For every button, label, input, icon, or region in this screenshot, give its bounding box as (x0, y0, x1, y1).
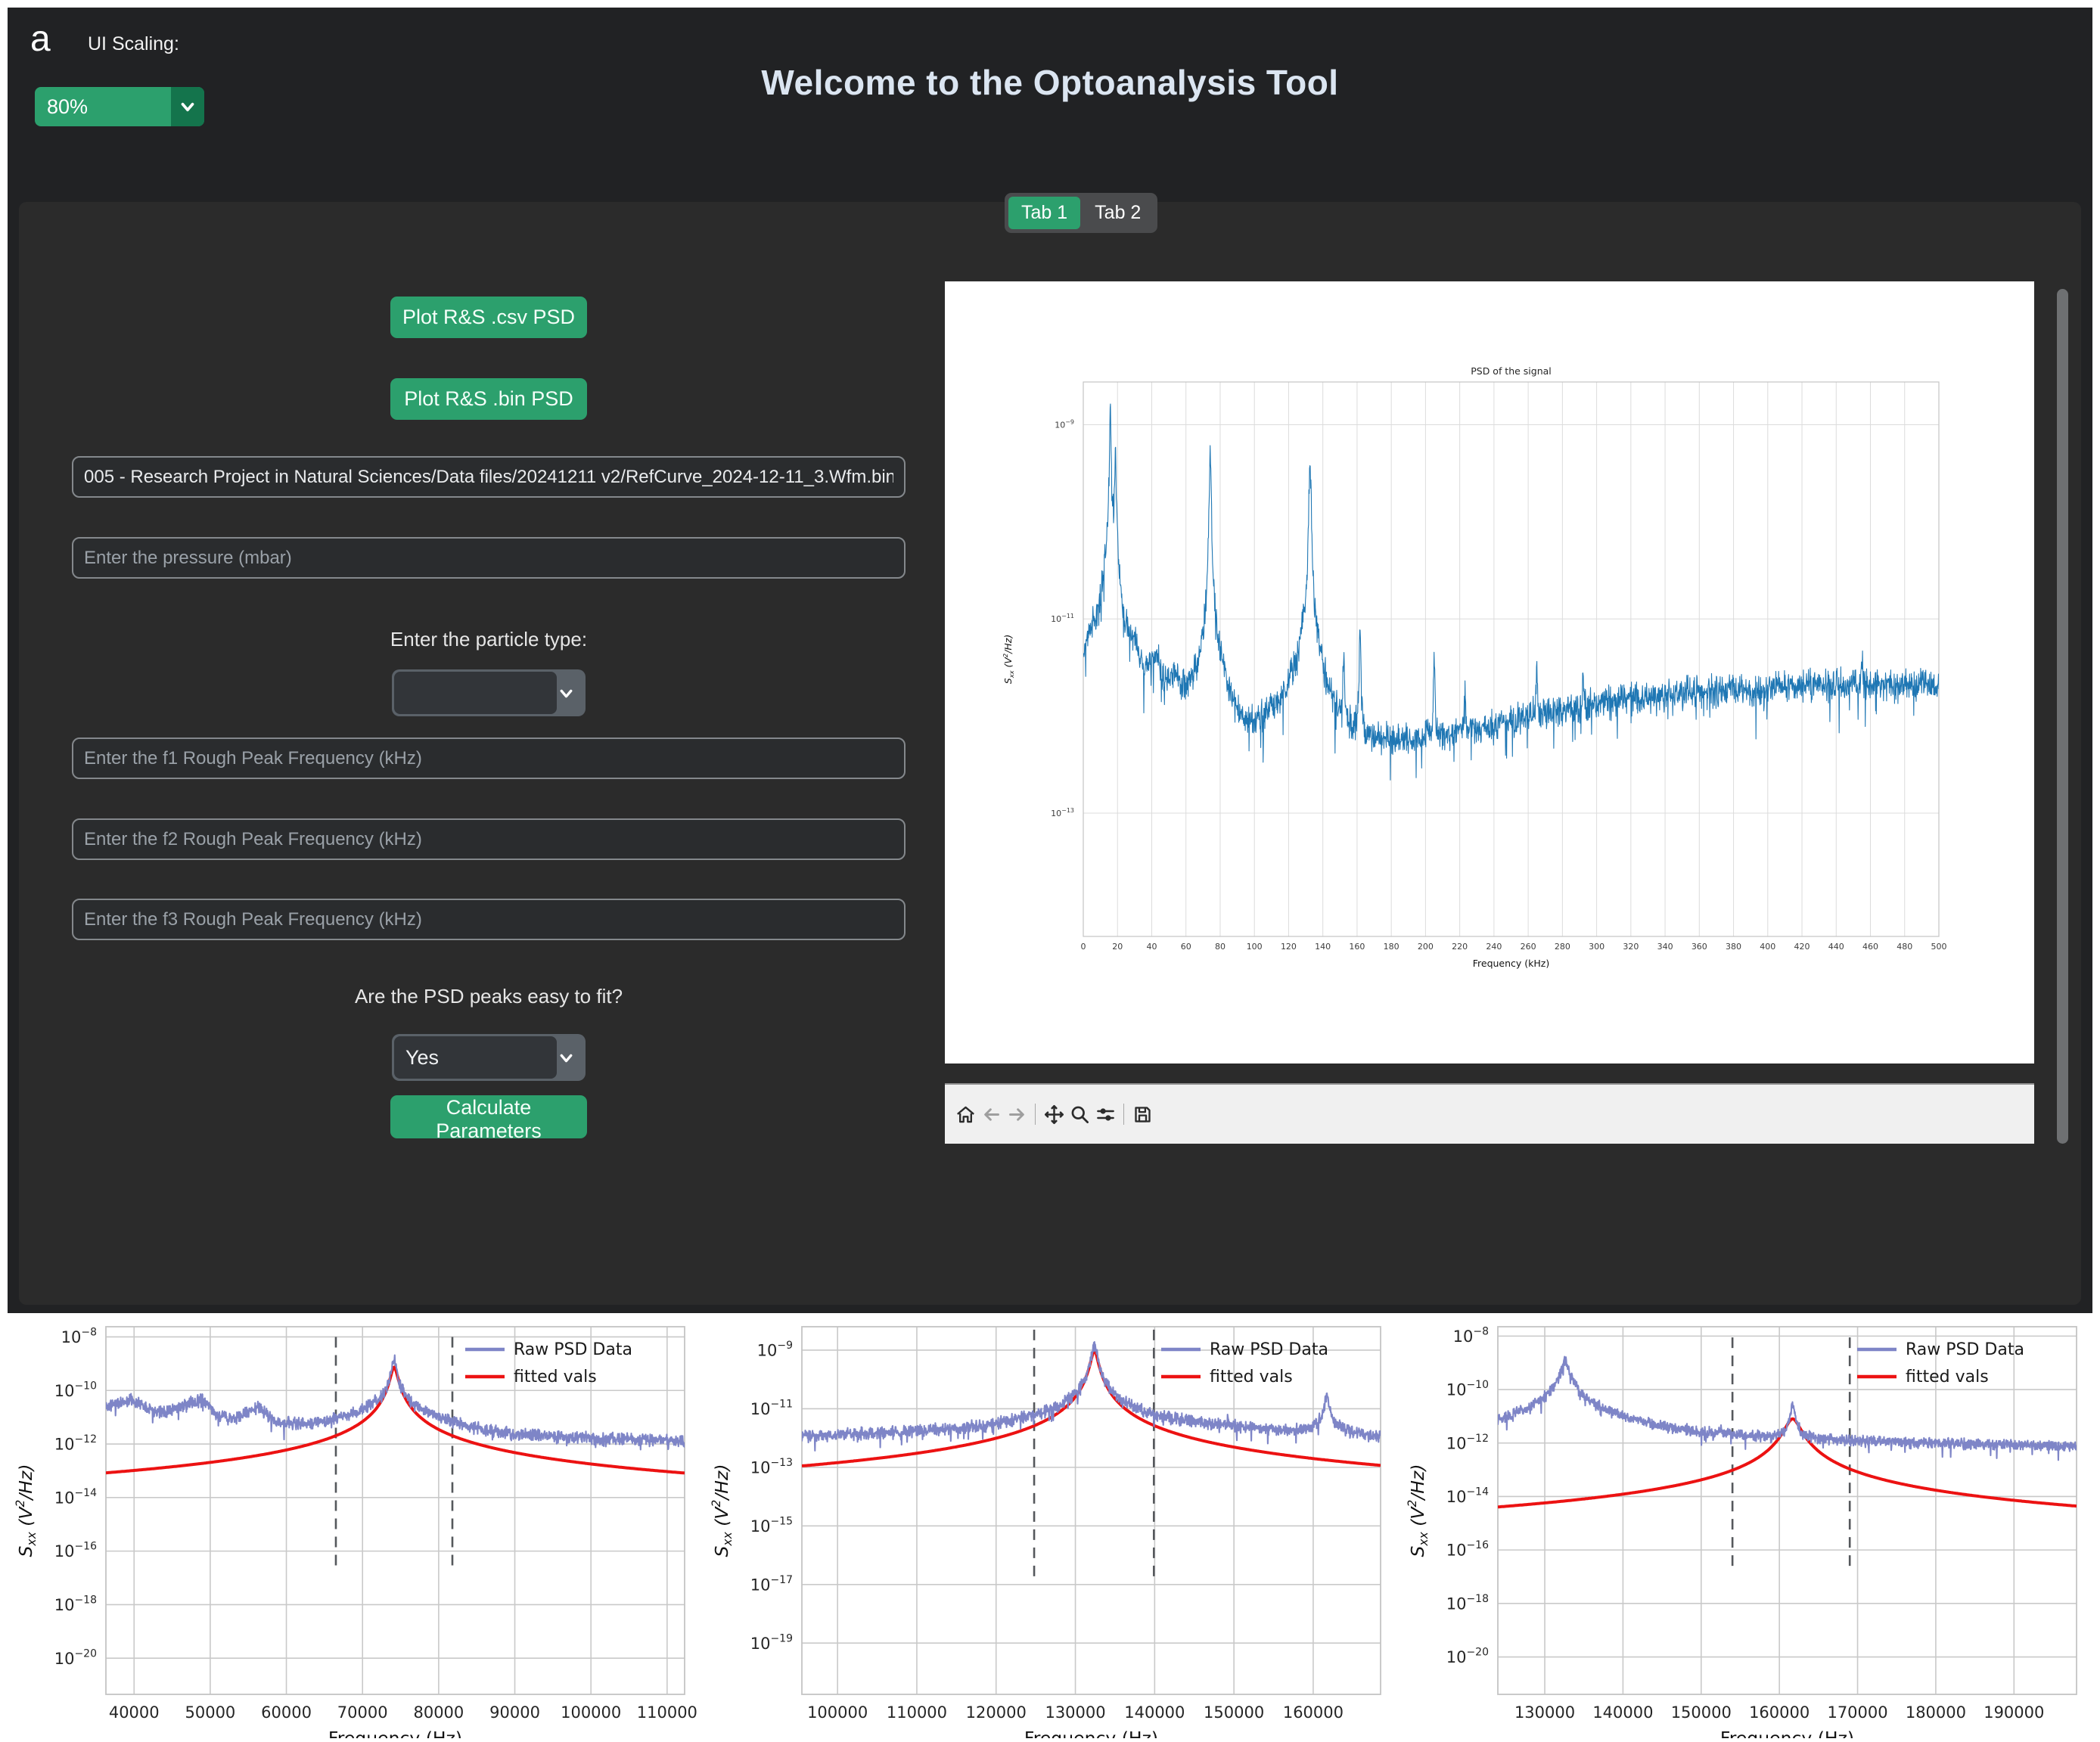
svg-text:440: 440 (1828, 942, 1844, 952)
svg-text:300: 300 (1589, 942, 1605, 952)
tab-1[interactable]: Tab 1 (1008, 197, 1080, 229)
svg-text:150000: 150000 (1204, 1703, 1264, 1722)
svg-text:120: 120 (1281, 942, 1297, 952)
svg-text:60000: 60000 (261, 1703, 312, 1722)
svg-text:100: 100 (1247, 942, 1263, 952)
plot-csv-psd-button[interactable]: Plot R&S .csv PSD (390, 297, 587, 338)
particle-type-label: Enter the particle type: (72, 628, 906, 651)
svg-text:150000: 150000 (1671, 1703, 1732, 1722)
svg-text:130000: 130000 (1514, 1703, 1575, 1722)
svg-text:190000: 190000 (1984, 1703, 2044, 1722)
svg-text:Frequency (Hz): Frequency (Hz) (328, 1728, 462, 1738)
svg-text:260: 260 (1521, 942, 1536, 952)
particle-type-select[interactable] (392, 669, 586, 716)
svg-text:Frequency (Hz): Frequency (Hz) (1720, 1728, 1854, 1738)
svg-text:fitted vals: fitted vals (1906, 1368, 1989, 1386)
tab-2[interactable]: Tab 2 (1082, 197, 1154, 229)
chevron-down-icon (546, 1034, 586, 1081)
ui-scaling-label: UI Scaling: (88, 33, 179, 55)
svg-text:240: 240 (1486, 942, 1502, 952)
svg-text:500: 500 (1931, 942, 1947, 952)
main-psd-plot-panel: 0 20 40 60 80 100 120 140 160 180 200 220 240 260 280 3… (945, 281, 2034, 1064)
svg-text:140: 140 (1315, 942, 1331, 952)
file-path-input[interactable] (72, 456, 906, 498)
svg-text:460: 460 (1862, 942, 1878, 952)
tab-bar: Tab 1 Tab 2 (1005, 193, 1157, 233)
svg-text:Frequency (kHz): Frequency (kHz) (1473, 958, 1550, 969)
peaks-easy-value: Yes (394, 1036, 557, 1079)
svg-text:60: 60 (1181, 942, 1191, 952)
svg-text:160000: 160000 (1749, 1703, 1810, 1722)
back-icon[interactable] (978, 1101, 1004, 1127)
svg-text:380: 380 (1726, 942, 1741, 952)
svg-text:200: 200 (1418, 942, 1434, 952)
svg-text:100000: 100000 (561, 1703, 621, 1722)
zoom-icon[interactable] (1067, 1101, 1092, 1127)
svg-text:40: 40 (1146, 942, 1157, 952)
svg-text:220: 220 (1452, 942, 1468, 952)
svg-text:160: 160 (1349, 942, 1365, 952)
svg-text:Frequency (Hz): Frequency (Hz) (1024, 1728, 1158, 1738)
svg-text:80000: 80000 (413, 1703, 464, 1722)
svg-text:140000: 140000 (1592, 1703, 1653, 1722)
svg-text:130000: 130000 (1045, 1703, 1105, 1722)
psd-fit-chart-c: 100000 110000 120000 130000 140000 150000 1600… (704, 1318, 1403, 1738)
svg-text:280: 280 (1555, 942, 1570, 952)
svg-text:400: 400 (1760, 942, 1775, 952)
calculate-parameters-button[interactable]: Calculate Parameters (390, 1095, 587, 1138)
svg-text:PSD of the signal: PSD of the signal (1471, 365, 1552, 377)
configure-subplots-icon[interactable] (1092, 1101, 1118, 1127)
svg-text:80: 80 (1215, 942, 1226, 952)
svg-text:120000: 120000 (966, 1703, 1027, 1722)
svg-text:320: 320 (1623, 942, 1639, 952)
f3-frequency-input[interactable] (72, 899, 906, 940)
svg-text:90000: 90000 (489, 1703, 540, 1722)
page-title: Welcome to the Optoanalysis Tool (8, 62, 2092, 103)
svg-text:170000: 170000 (1827, 1703, 1887, 1722)
f1-frequency-input[interactable] (72, 737, 906, 779)
pan-icon[interactable] (1041, 1101, 1067, 1127)
optoanalysis-app-window: a UI Scaling: 80% Welcome to the Optoana… (8, 8, 2092, 1313)
svg-text:480: 480 (1897, 942, 1912, 952)
svg-text:180: 180 (1384, 942, 1399, 952)
figure-panel-label-a: a (30, 18, 51, 60)
svg-text:fitted vals: fitted vals (514, 1368, 597, 1386)
svg-text:Raw PSD Data: Raw PSD Data (514, 1340, 632, 1359)
particle-type-value (394, 672, 557, 714)
plot-bin-psd-button[interactable]: Plot R&S .bin PSD (390, 378, 587, 420)
svg-text:340: 340 (1657, 942, 1673, 952)
svg-text:360: 360 (1691, 942, 1707, 952)
svg-text:110000: 110000 (637, 1703, 697, 1722)
toolbar-separator (1123, 1104, 1124, 1125)
svg-text:420: 420 (1794, 942, 1810, 952)
psd-of-signal-chart: 0 20 40 60 80 100 120 140 160 180 200 220 240 260 280 3… (945, 281, 2034, 1064)
vertical-scrollbar[interactable] (2057, 289, 2068, 1144)
svg-text:180000: 180000 (1906, 1703, 1966, 1722)
svg-text:140000: 140000 (1124, 1703, 1185, 1722)
peaks-easy-label: Are the PSD peaks easy to fit? (72, 985, 906, 1008)
psd-fit-chart-d: 130000 140000 150000 160000 170000 180000 1900… (1399, 1318, 2099, 1738)
forward-icon[interactable] (1004, 1101, 1030, 1127)
svg-text:20: 20 (1112, 942, 1123, 952)
svg-text:70000: 70000 (337, 1703, 388, 1722)
home-icon[interactable] (952, 1101, 978, 1127)
pressure-input[interactable] (72, 537, 906, 579)
toolbar-separator (1035, 1104, 1036, 1125)
peaks-easy-select[interactable]: Yes (392, 1034, 586, 1081)
svg-text:Raw PSD Data: Raw PSD Data (1906, 1340, 2024, 1359)
svg-text:100000: 100000 (807, 1703, 868, 1722)
chevron-down-icon (546, 669, 586, 716)
svg-text:160000: 160000 (1283, 1703, 1344, 1722)
f2-frequency-input[interactable] (72, 818, 906, 860)
matplotlib-toolbar (945, 1083, 2034, 1144)
psd-fit-chart-b: 40000 50000 60000 70000 80000 90000 100000 1100… (8, 1318, 707, 1738)
svg-text:Raw PSD Data: Raw PSD Data (1210, 1340, 1328, 1359)
svg-text:0: 0 (1081, 942, 1086, 952)
svg-text:50000: 50000 (185, 1703, 235, 1722)
page-root: a UI Scaling: 80% Welcome to the Optoana… (0, 0, 2100, 1742)
svg-text:110000: 110000 (887, 1703, 947, 1722)
svg-text:40000: 40000 (109, 1703, 160, 1722)
save-icon[interactable] (1129, 1101, 1155, 1127)
svg-text:fitted vals: fitted vals (1210, 1368, 1293, 1386)
